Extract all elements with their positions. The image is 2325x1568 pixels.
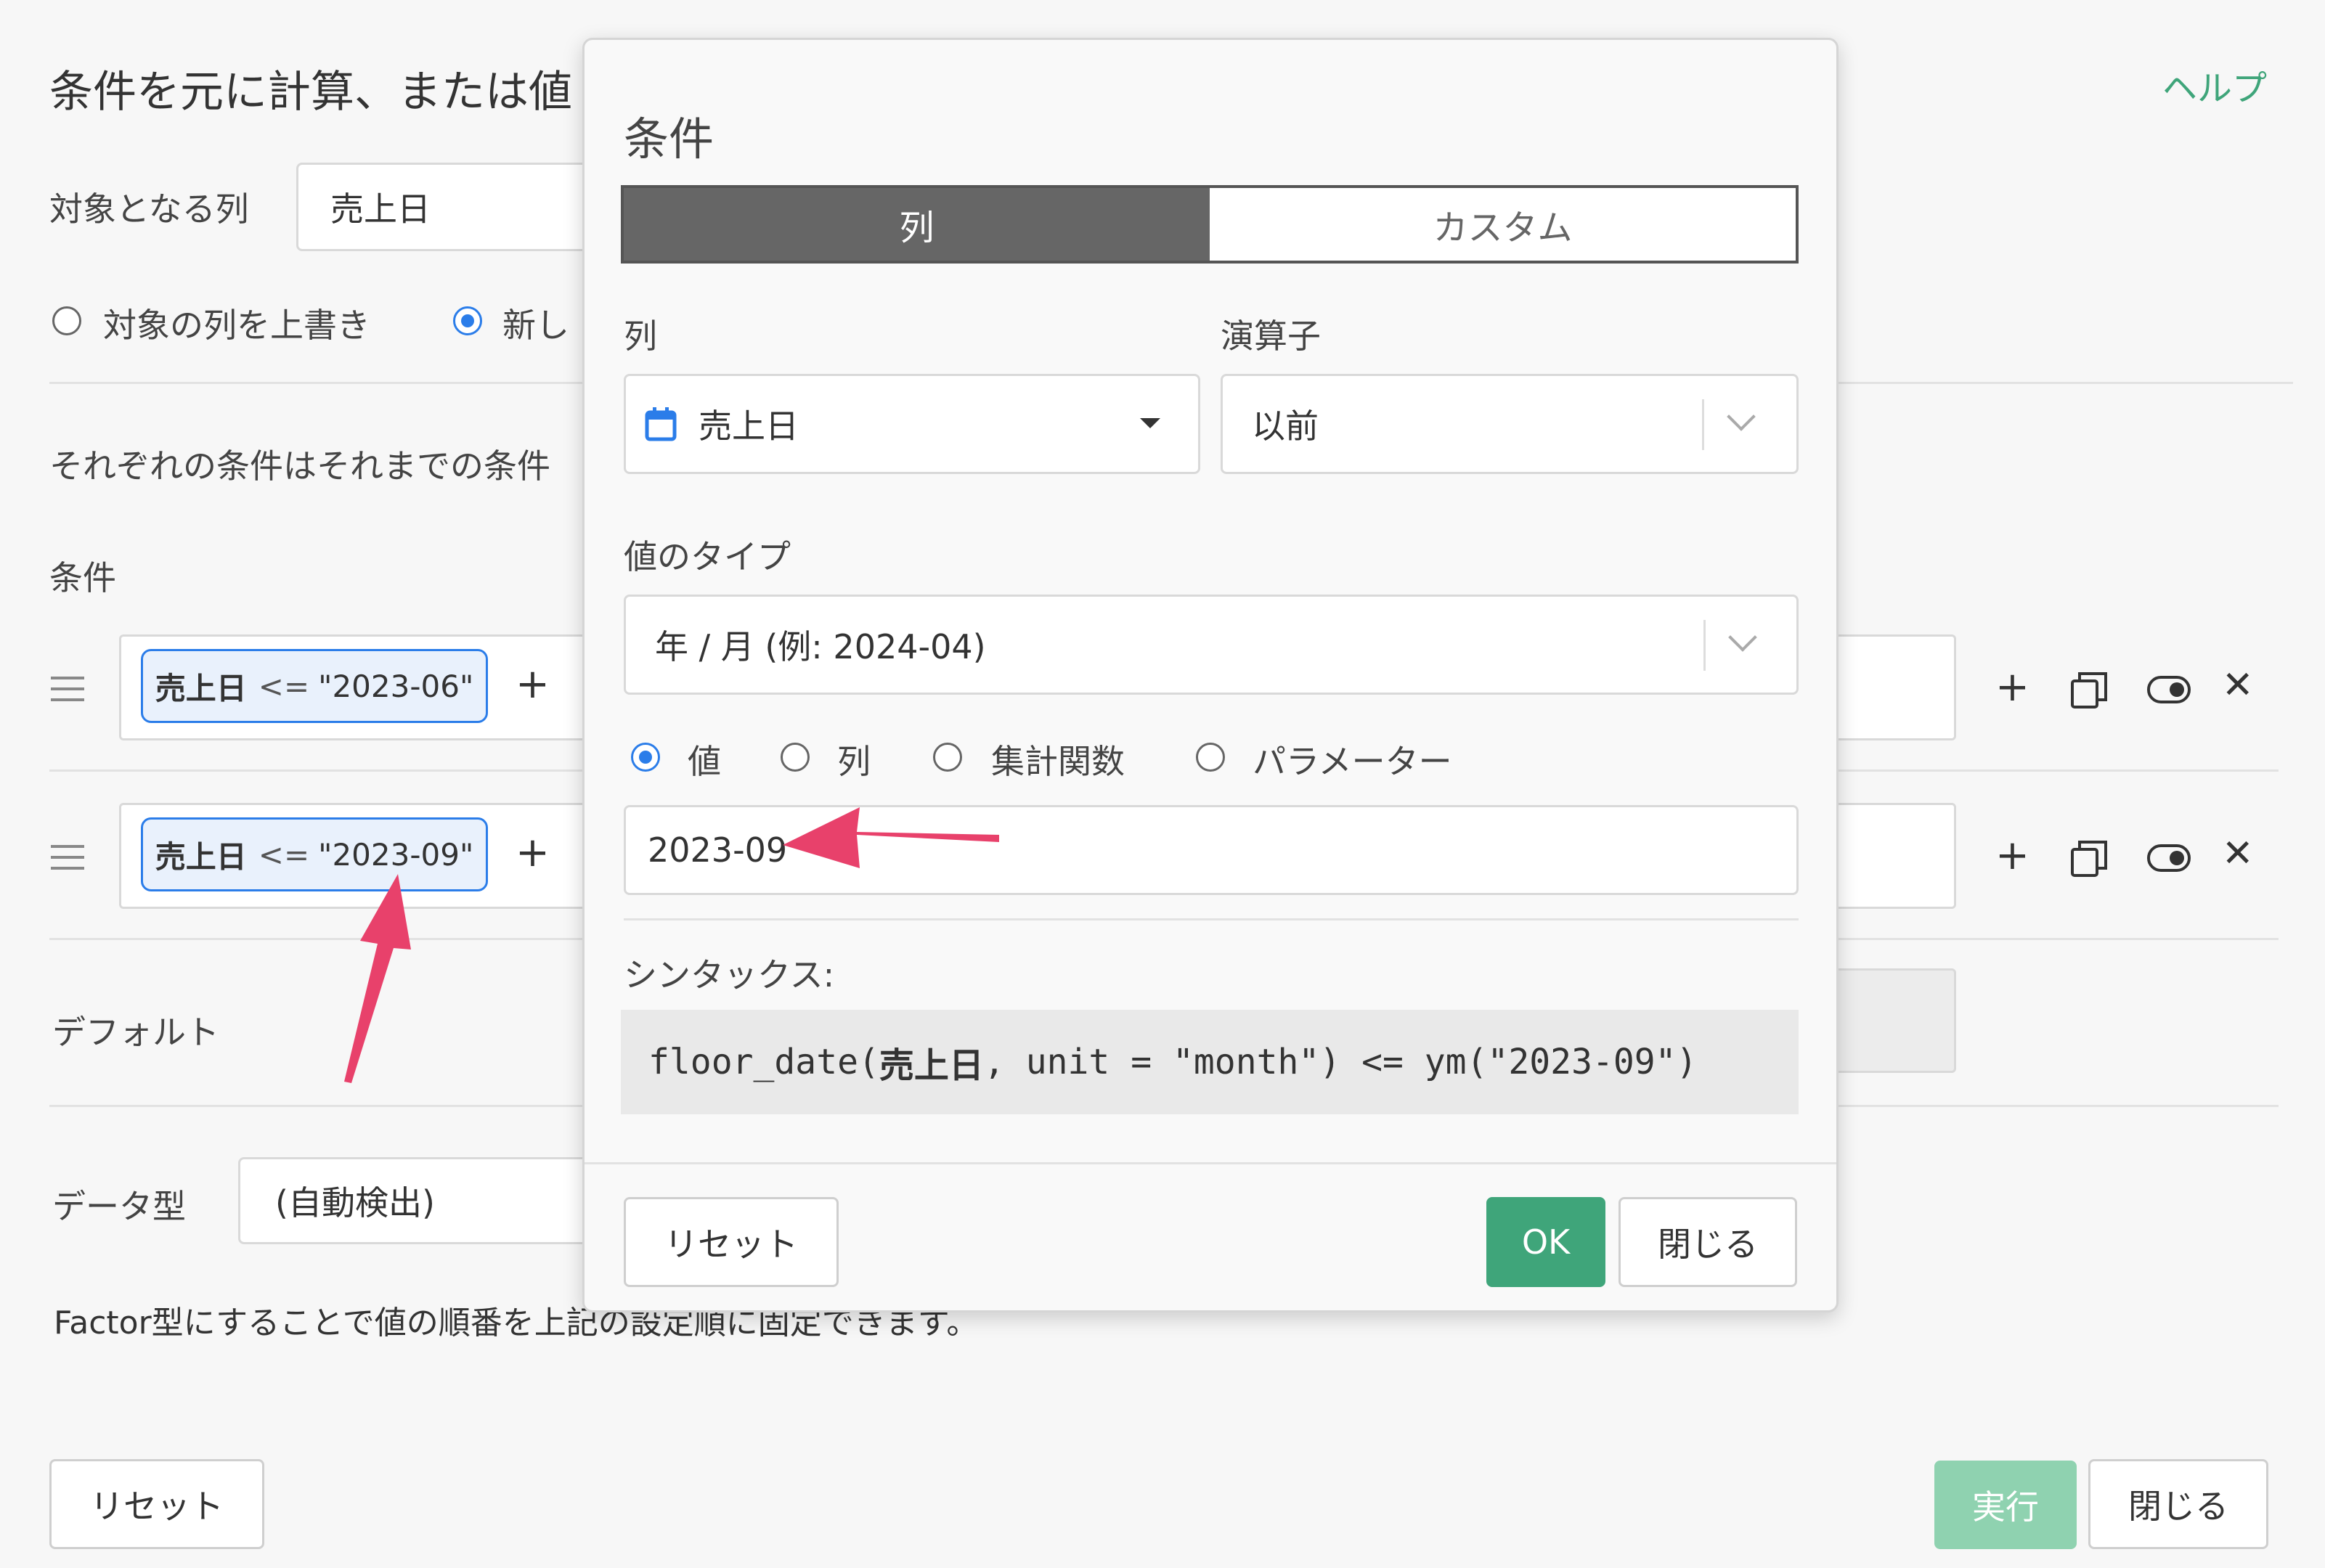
annotation-arrows xyxy=(344,807,999,1083)
annotation-arrow-left xyxy=(783,807,999,868)
annotation-arrow-up xyxy=(344,874,411,1083)
